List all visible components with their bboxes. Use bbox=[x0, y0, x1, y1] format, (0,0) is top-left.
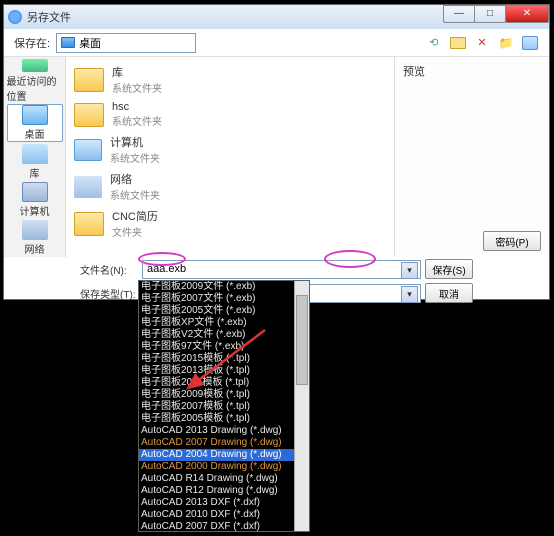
file-type: 系统文件夹 bbox=[112, 113, 162, 128]
places-bar: 最近访问的位置 桌面 库 计算机 网络 bbox=[4, 57, 66, 257]
folder-icon bbox=[74, 212, 104, 236]
dropdown-option[interactable]: 电子图板2009模板 (*.tpl) bbox=[139, 389, 309, 401]
dropdown-option[interactable]: AutoCAD 2013 Drawing (*.dwg) bbox=[139, 425, 309, 437]
file-type: 文件夹 bbox=[112, 224, 158, 239]
sidebar-item-recent[interactable]: 最近访问的位置 bbox=[7, 59, 63, 103]
file-type: 系统文件夹 bbox=[110, 150, 160, 165]
filename-label: 文件名(N): bbox=[80, 262, 138, 277]
file-name: 库 bbox=[112, 64, 162, 80]
delete-icon[interactable] bbox=[473, 34, 491, 52]
maximize-button[interactable]: □ bbox=[474, 5, 506, 23]
window-title: 另存文件 bbox=[27, 9, 71, 25]
back-icon[interactable] bbox=[425, 34, 443, 52]
file-name: CNC简历 bbox=[112, 208, 158, 224]
dropdown-option[interactable]: 电子图板2007模板 (*.tpl) bbox=[139, 401, 309, 413]
dropdown-option[interactable]: 电子图板2009文件 (*.exb) bbox=[139, 281, 309, 293]
list-item[interactable]: 网络系统文件夹 bbox=[72, 168, 388, 205]
new-folder-icon[interactable] bbox=[497, 34, 515, 52]
file-name: 网络 bbox=[110, 171, 160, 187]
list-item[interactable]: hsc系统文件夹 bbox=[72, 98, 388, 131]
minimize-button[interactable]: — bbox=[443, 5, 475, 23]
views-icon[interactable] bbox=[521, 34, 539, 52]
desktop-icon bbox=[61, 37, 75, 48]
comp-icon bbox=[74, 139, 102, 161]
list-item[interactable]: 计算机系统文件夹 bbox=[72, 131, 388, 168]
dropdown-option[interactable]: 电子图板V2文件 (*.exb) bbox=[139, 329, 309, 341]
desktop-icon bbox=[22, 105, 48, 125]
sidebar-item-computer[interactable]: 计算机 bbox=[7, 181, 63, 218]
file-type: 系统文件夹 bbox=[110, 187, 160, 202]
dropdown-option[interactable]: AutoCAD 2004 Drawing (*.dwg) bbox=[139, 449, 309, 461]
dropdown-option[interactable]: 电子图板2011模板 (*.tpl) bbox=[139, 377, 309, 389]
file-type: 系统文件夹 bbox=[112, 80, 162, 95]
dropdown-option[interactable]: AutoCAD 2000 Drawing (*.dwg) bbox=[139, 461, 309, 473]
file-name: 计算机 bbox=[110, 134, 160, 150]
preview-panel: 预览 密码(P) bbox=[394, 57, 549, 257]
recent-icon bbox=[22, 59, 48, 72]
toolbar: 保存在: 桌面 bbox=[4, 29, 549, 57]
dropdown-option[interactable]: AutoCAD 2007 Drawing (*.dwg) bbox=[139, 437, 309, 449]
dropdown-option[interactable]: 电子图板2015模板 (*.tpl) bbox=[139, 353, 309, 365]
folder-select[interactable]: 桌面 bbox=[56, 33, 196, 53]
titlebar[interactable]: 另存文件 — □ ✕ bbox=[4, 5, 549, 29]
dropdown-option[interactable]: 电子图板2005文件 (*.exb) bbox=[139, 305, 309, 317]
file-list[interactable]: 库系统文件夹hsc系统文件夹计算机系统文件夹网络系统文件夹CNC简历文件夹 bbox=[66, 57, 394, 257]
dropdown-option[interactable]: 电子图板2007文件 (*.exb) bbox=[139, 293, 309, 305]
filename-input[interactable]: aaa.exb bbox=[142, 260, 421, 279]
dropdown-option[interactable]: AutoCAD R12 Drawing (*.dwg) bbox=[139, 485, 309, 497]
close-button[interactable]: ✕ bbox=[505, 5, 549, 23]
cancel-button[interactable]: 取消 bbox=[425, 283, 473, 303]
save-dialog: 另存文件 — □ ✕ 保存在: 桌面 最近访问的位置 桌面 库 计算机 网络 库… bbox=[3, 4, 550, 300]
file-name: hsc bbox=[112, 101, 162, 113]
password-button[interactable]: 密码(P) bbox=[483, 231, 541, 251]
type-dropdown-list[interactable]: 电子图板2009文件 (*.exb)电子图板2007文件 (*.exb)电子图板… bbox=[138, 280, 310, 532]
dropdown-option[interactable]: AutoCAD 2010 DXF (*.dxf) bbox=[139, 509, 309, 521]
scrollbar[interactable] bbox=[294, 281, 309, 531]
dropdown-option[interactable]: AutoCAD 2007 DXF (*.dxf) bbox=[139, 521, 309, 532]
net-icon bbox=[74, 176, 102, 198]
library-icon bbox=[22, 144, 48, 164]
dropdown-option[interactable]: 电子图板2013模板 (*.tpl) bbox=[139, 365, 309, 377]
dropdown-option[interactable]: AutoCAD 2013 DXF (*.dxf) bbox=[139, 497, 309, 509]
app-icon bbox=[8, 10, 22, 24]
sidebar-item-libraries[interactable]: 库 bbox=[7, 143, 63, 180]
network-icon bbox=[22, 220, 48, 240]
folder-icon bbox=[74, 68, 104, 92]
list-item[interactable]: 库系统文件夹 bbox=[72, 61, 388, 98]
list-item[interactable]: CNC简历文件夹 bbox=[72, 205, 388, 242]
dropdown-option[interactable]: 电子图板XP文件 (*.exb) bbox=[139, 317, 309, 329]
preview-label: 预览 bbox=[403, 63, 541, 79]
dropdown-option[interactable]: AutoCAD R14 Drawing (*.dwg) bbox=[139, 473, 309, 485]
type-label: 保存类型(T): bbox=[80, 286, 138, 301]
save-in-label: 保存在: bbox=[14, 35, 50, 51]
sidebar-item-network[interactable]: 网络 bbox=[7, 220, 63, 257]
computer-icon bbox=[22, 182, 48, 202]
save-button[interactable]: 保存(S) bbox=[425, 259, 473, 279]
sidebar-item-desktop[interactable]: 桌面 bbox=[7, 104, 63, 142]
dropdown-option[interactable]: 电子图板2005模板 (*.tpl) bbox=[139, 413, 309, 425]
dropdown-option[interactable]: 电子图板97文件 (*.exb) bbox=[139, 341, 309, 353]
folder-icon bbox=[74, 103, 104, 127]
scrollbar-thumb[interactable] bbox=[296, 295, 308, 385]
up-icon[interactable] bbox=[449, 34, 467, 52]
